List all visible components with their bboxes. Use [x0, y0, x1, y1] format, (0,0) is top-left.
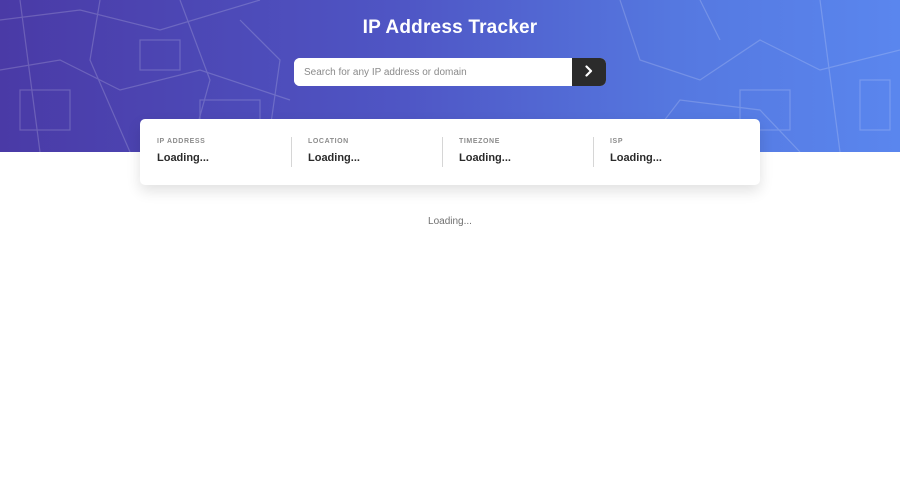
- search-bar: [294, 58, 606, 86]
- timezone-section: TIMEZONE Loading...: [442, 137, 593, 185]
- isp-value: Loading...: [610, 152, 662, 164]
- location-label: LOCATION: [308, 138, 349, 145]
- timezone-value: Loading...: [459, 152, 511, 164]
- map-loading-status: Loading...: [428, 216, 472, 227]
- timezone-label: TIMEZONE: [459, 138, 500, 145]
- ip-address-section: IP ADDRESS Loading...: [140, 137, 291, 185]
- search-input[interactable]: [294, 58, 572, 86]
- ip-address-value: Loading...: [157, 152, 209, 164]
- location-section: LOCATION Loading...: [291, 137, 442, 185]
- location-value: Loading...: [308, 152, 360, 164]
- ip-address-label: IP ADDRESS: [157, 138, 206, 145]
- isp-section: ISP Loading...: [593, 137, 744, 185]
- page-title: IP Address Tracker: [362, 17, 538, 38]
- isp-label: ISP: [610, 138, 624, 145]
- search-submit-button[interactable]: [572, 58, 606, 86]
- chevron-right-icon: [584, 64, 594, 80]
- ip-info-card: IP ADDRESS Loading... LOCATION Loading..…: [140, 119, 760, 185]
